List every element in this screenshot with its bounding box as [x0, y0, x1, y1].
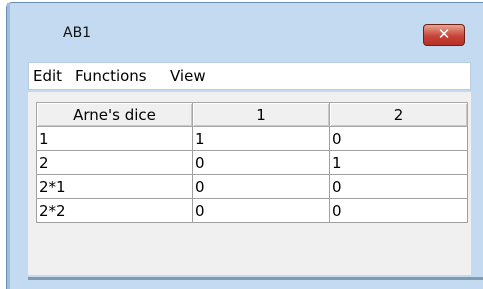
menu-functions[interactable]: Functions	[75, 67, 147, 85]
table-cell[interactable]: 0	[329, 174, 468, 199]
close-icon: ✕	[437, 25, 451, 43]
column-header[interactable]: Arne's dice	[36, 102, 193, 127]
table-cell[interactable]: 0	[192, 198, 330, 223]
close-button[interactable]: ✕	[423, 24, 465, 46]
table-row: 2*2 0 0	[36, 198, 468, 223]
menu-view[interactable]: View	[170, 67, 206, 85]
table-cell[interactable]: 0	[192, 150, 330, 175]
column-header[interactable]: 1	[192, 102, 330, 127]
title-bar[interactable]: AB1 ✕	[7, 3, 483, 63]
table-row: 1 1 0	[36, 126, 468, 151]
row-header-cell[interactable]: 2*1	[36, 174, 193, 199]
window-bottom-edge	[28, 277, 483, 280]
row-header-cell[interactable]: 1	[36, 126, 193, 151]
table-row: 2*1 0 0	[36, 174, 468, 199]
table-cell[interactable]: 1	[192, 126, 330, 151]
window-title: AB1	[63, 25, 92, 41]
table-cell[interactable]: 0	[329, 198, 468, 223]
table-cell[interactable]: 0	[192, 174, 330, 199]
table-row: 2 0 1	[36, 150, 468, 175]
table-cell[interactable]: 0	[329, 126, 468, 151]
menu-bar: Edit Functions View	[28, 62, 471, 90]
client-area: Arne's dice 1 2 1 1 0 2 0 1 2*1 0 0 2*2 …	[28, 92, 471, 275]
column-header[interactable]: 2	[329, 102, 468, 127]
row-header-cell[interactable]: 2	[36, 150, 193, 175]
data-grid: Arne's dice 1 2 1 1 0 2 0 1 2*1 0 0 2*2 …	[36, 102, 468, 223]
menu-edit[interactable]: Edit	[33, 67, 62, 85]
row-header-cell[interactable]: 2*2	[36, 198, 193, 223]
table-cell[interactable]: 1	[329, 150, 468, 175]
header-row: Arne's dice 1 2	[36, 102, 468, 127]
